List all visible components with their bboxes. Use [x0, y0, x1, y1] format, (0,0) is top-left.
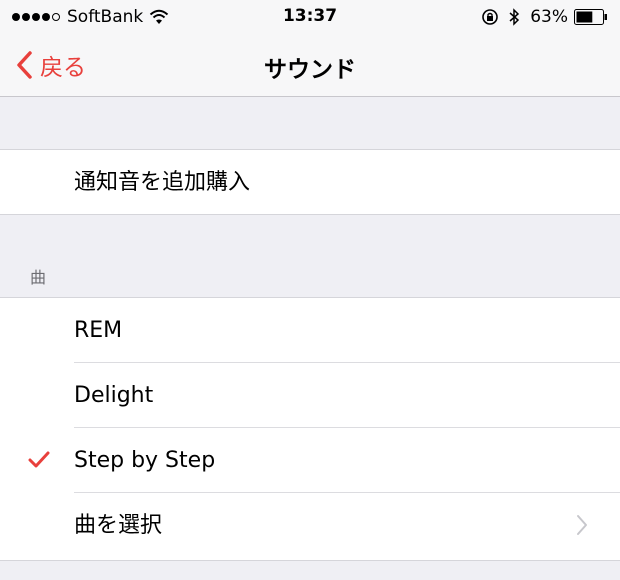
song-label: Step by Step — [74, 448, 216, 473]
page-title: サウンド — [264, 57, 356, 83]
purchase-tones-row[interactable]: 通知音を追加購入 — [0, 150, 620, 215]
disclosure-chevron-icon — [577, 515, 587, 535]
songs-group: REM Delight Step by Step 曲を選択 — [0, 297, 620, 561]
songs-section-header: 曲 — [30, 268, 47, 287]
back-label: 戻る — [40, 55, 86, 81]
signal-dot — [32, 13, 40, 21]
song-label: Delight — [74, 383, 154, 408]
status-right: 63% — [481, 6, 608, 28]
bluetooth-icon — [509, 8, 520, 26]
signal-dot — [42, 13, 50, 21]
carrier-name: SoftBank — [67, 7, 144, 27]
status-bar: SoftBank 13:37 63% — [0, 0, 620, 36]
song-label: REM — [74, 318, 123, 343]
signal-dot — [22, 13, 30, 21]
back-chevron-icon — [17, 51, 32, 79]
song-row-step-by-step[interactable]: Step by Step — [0, 428, 620, 493]
wifi-icon — [150, 9, 169, 24]
signal-dot — [52, 13, 60, 21]
navigation-bar: 戻る サウンド — [0, 36, 620, 97]
purchase-group: 通知音を追加購入 — [0, 149, 620, 215]
signal-dot — [12, 13, 20, 21]
rotation-lock-icon — [482, 9, 499, 25]
battery-percent: 63% — [530, 7, 568, 27]
choose-song-label: 曲を選択 — [74, 513, 163, 538]
song-row-delight[interactable]: Delight — [0, 363, 620, 428]
signal-strength-icon — [12, 13, 62, 21]
status-left: SoftBank — [12, 6, 169, 28]
song-row-rem[interactable]: REM — [0, 298, 620, 363]
checkmark-icon — [28, 451, 50, 468]
choose-song-row[interactable]: 曲を選択 — [0, 493, 620, 558]
purchase-tones-label: 通知音を追加購入 — [74, 170, 251, 195]
battery-icon — [574, 9, 607, 25]
back-button[interactable]: 戻る — [14, 48, 86, 82]
